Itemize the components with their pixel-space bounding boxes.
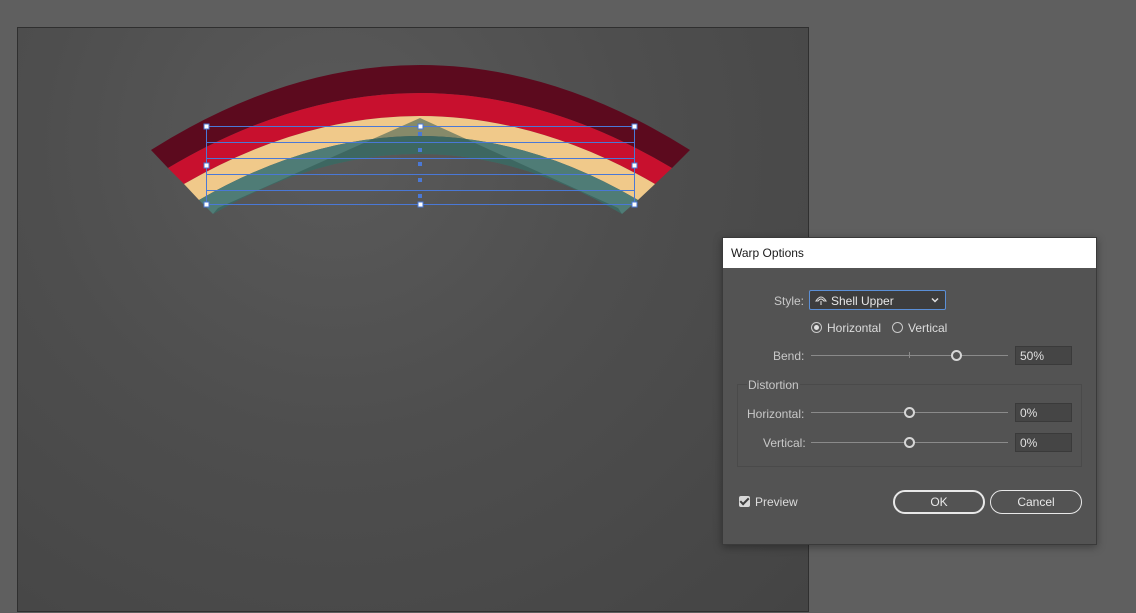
shell-upper-icon	[815, 296, 827, 305]
dialog-titlebar[interactable]: Warp Options	[723, 238, 1096, 268]
workspace: Warp Options Style: Shell Upper Horizont…	[0, 0, 1136, 612]
preview-label[interactable]: Preview	[755, 495, 798, 509]
distortion-vertical-value-field[interactable]: 0%	[1015, 433, 1072, 452]
distortion-horizontal-label: Horizontal:	[747, 407, 805, 421]
distortion-group	[737, 384, 1082, 467]
chevron-down-icon	[931, 297, 939, 303]
distortion-horizontal-slider-thumb[interactable]	[904, 407, 915, 418]
vertical-radio-label[interactable]: Vertical	[908, 321, 947, 335]
horizontal-radio-label[interactable]: Horizontal	[827, 321, 881, 335]
distortion-horizontal-value-field[interactable]: 0%	[1015, 403, 1072, 422]
style-label: Style:	[774, 294, 805, 308]
bend-slider-thumb[interactable]	[951, 350, 962, 361]
dialog-title: Warp Options	[731, 246, 804, 260]
artboard[interactable]	[17, 27, 809, 612]
distortion-vertical-label: Vertical:	[763, 436, 806, 450]
horizontal-radio[interactable]	[811, 322, 822, 333]
bend-value-field[interactable]: 50%	[1015, 346, 1072, 365]
bend-slider-center-tick	[909, 352, 910, 358]
preview-checkbox[interactable]	[739, 496, 750, 507]
warp-options-dialog: Warp Options Style: Shell Upper Horizont…	[722, 237, 1097, 545]
distortion-group-label: Distortion	[747, 378, 800, 392]
style-value: Shell Upper	[831, 294, 894, 308]
cancel-button[interactable]: Cancel	[990, 490, 1082, 514]
bend-label: Bend:	[773, 349, 805, 363]
vertical-radio[interactable]	[892, 322, 903, 333]
style-dropdown[interactable]: Shell Upper	[809, 290, 946, 310]
distortion-vertical-slider-thumb[interactable]	[904, 437, 915, 448]
ok-button[interactable]: OK	[893, 490, 985, 514]
warped-rainbow-artwork[interactable]	[18, 28, 810, 613]
